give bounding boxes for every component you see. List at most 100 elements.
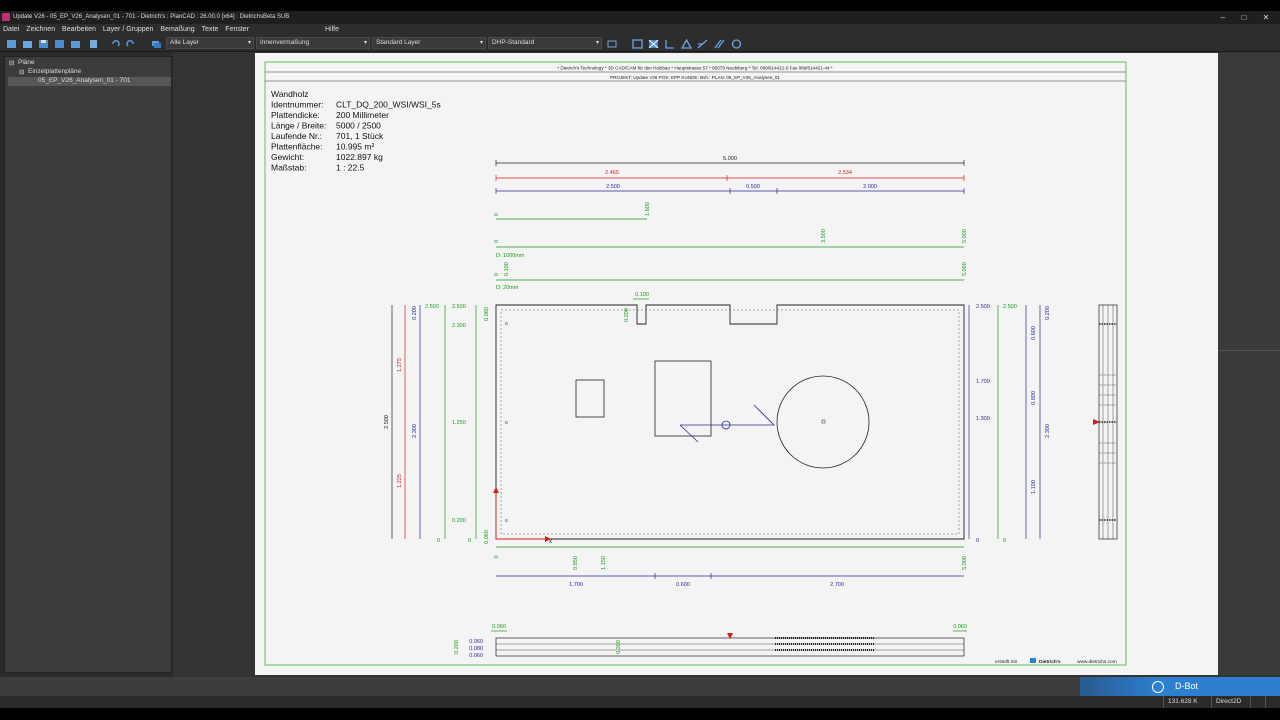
dim-text: 1.700 [976, 379, 990, 385]
redo-icon[interactable] [125, 39, 136, 49]
dim-text: 0.060 [492, 624, 506, 630]
layers-icon[interactable] [151, 39, 162, 49]
info-block: Identnummer: CLT_DQ_200_WSI/WSI_5s Platt… [271, 100, 441, 173]
screen-top-edge [0, 0, 1280, 11]
dim-text: 5.000 [723, 156, 737, 162]
menu-datei[interactable]: Datei [3, 26, 19, 33]
drawing-canvas[interactable]: * Dietrich's Technology * 3D CAD/CAM für… [255, 53, 1218, 675]
tree-item-einzelplattenplaene[interactable]: Einzelplattenpläne [28, 68, 81, 75]
standard-layer-value: Standard Layer [376, 39, 421, 46]
menu-bemassung[interactable]: Bemaßung [160, 26, 194, 33]
marker-label: B [505, 420, 508, 425]
menu-layer-gruppen[interactable]: Layer / Gruppen [103, 26, 154, 33]
triangle-icon[interactable] [681, 39, 692, 49]
export-icon[interactable] [70, 39, 81, 49]
maximize-button[interactable]: □ [1232, 11, 1256, 24]
info-title: Wandholz [271, 89, 308, 99]
circle-icon[interactable] [731, 39, 742, 49]
dhp-standard-select[interactable]: DHP-Standard ▾ [488, 37, 602, 49]
dim-text: 2.500 [452, 304, 466, 310]
dim-text: 0.060 [484, 530, 490, 544]
info-label: Gewicht: [271, 152, 304, 162]
menu-zeichnen[interactable]: Zeichnen [26, 26, 55, 33]
dim-text: 2.000 [863, 184, 877, 190]
dim-text: 0.200 [412, 306, 418, 320]
select-window-icon[interactable] [607, 39, 618, 49]
dbot-icon [1152, 681, 1164, 693]
header-company: * Dietrich's Technology * 3D CAD/CAM für… [557, 66, 832, 71]
standard-layer-select[interactable]: Standard Layer ▾ [372, 37, 486, 49]
double-slope-icon[interactable] [714, 39, 725, 49]
left-dimensions: 2.500 1.275 1.225 0.200 2.300 2.500 0 2.… [384, 304, 490, 544]
dim-text: 0 [437, 538, 440, 544]
menu-texte[interactable]: Texte [202, 26, 219, 33]
status-cell [1250, 696, 1265, 708]
info-label: Identnummer: [271, 100, 323, 110]
info-value: 200 Millimeter [336, 110, 389, 120]
info-label: Plattenfläche: [271, 142, 323, 152]
layer-select-value: Alle Layer [170, 39, 199, 46]
plan-tree-panel: ⊟ Pläne ⊟ Einzelplattenpläne 05_EP_V26_A… [4, 56, 172, 673]
opening-small [575, 379, 605, 418]
tree-item-selected-plan[interactable]: 05_EP_V26_Analysen_01 - 701 [38, 77, 131, 84]
dim-text: 0.200 [454, 640, 460, 654]
drill-line [679, 404, 775, 443]
marker-label: B [505, 321, 508, 326]
slope-icon[interactable] [697, 39, 708, 49]
opening-circle [776, 375, 870, 469]
dim-text: 2.700 [830, 582, 844, 588]
save-icon[interactable] [38, 39, 49, 49]
dim-text: 0.200 [452, 518, 466, 524]
new-file-icon[interactable] [6, 39, 17, 49]
info-label: Plattendicke: [271, 110, 320, 120]
rectangle-icon[interactable] [632, 39, 643, 49]
layer-select[interactable]: Alle Layer ▾ [166, 37, 254, 49]
cross-rect-icon[interactable] [648, 39, 659, 49]
title-bar: Update V26 - 05_EP_V26_Analysen_01 - 701… [0, 11, 1280, 24]
marker-label: B [505, 518, 508, 523]
dim-text: 2.300 [412, 424, 418, 438]
dim-text: 0 [1003, 538, 1006, 544]
dbot-button[interactable]: D-Bot [1080, 677, 1280, 696]
menu-bar: Datei Zeichnen Bearbeiten Layer / Gruppe… [0, 24, 1280, 35]
dim-text: 0.850 [573, 556, 579, 570]
drawing-sheet[interactable]: * Dietrich's Technology * 3D CAD/CAM für… [255, 53, 1218, 675]
bottom-dimensions: 0 0.850 1.150 5.000 1.700 0.600 2.700 [494, 546, 968, 588]
tree-collapse-icon[interactable]: ⊟ [9, 59, 14, 67]
dim-text: 2.500 [425, 304, 439, 310]
screen-bottom-edge [0, 708, 1280, 720]
info-label: Länge / Breite: [271, 121, 326, 131]
side-section-view [1093, 304, 1118, 540]
footer-created: erstellt mit [995, 659, 1018, 665]
tree-item-plaene[interactable]: Pläne [18, 59, 35, 66]
tree-collapse-icon[interactable]: ⊟ [19, 68, 24, 76]
dim-text: 0.060 [469, 639, 483, 645]
info-label: Laufende Nr.: [271, 131, 322, 141]
menu-hilfe[interactable]: Hilfe [325, 24, 339, 35]
print-icon[interactable] [88, 39, 99, 49]
dim-text: 0.100 [504, 262, 510, 276]
save-all-icon[interactable] [54, 39, 65, 49]
info-value: 10.995 m² [336, 142, 374, 152]
status-cell [1265, 696, 1280, 708]
dimension-style-select[interactable]: Innenvermaßung ▾ [256, 37, 370, 49]
close-button[interactable]: ✕ [1254, 11, 1278, 24]
dim-text: 0 [468, 538, 471, 544]
menu-bearbeiten[interactable]: Bearbeiten [62, 26, 96, 33]
dim-text: 0.060 [953, 624, 967, 630]
dim-text: 2.300 [452, 323, 466, 329]
plate-inner-contour [500, 309, 960, 535]
dim-text: 1.100 [1031, 480, 1037, 494]
dim-text: 2.500 [976, 304, 990, 310]
dim-text: 1.275 [397, 358, 403, 372]
menu-fenster[interactable]: Fenster [225, 26, 249, 33]
open-folder-icon[interactable] [22, 39, 33, 49]
dim-text: 0 [494, 240, 500, 243]
dim-text: 1.600 [645, 202, 651, 216]
right-panel [1218, 53, 1280, 675]
corner-icon[interactable] [664, 39, 675, 49]
undo-icon[interactable] [110, 39, 121, 49]
axis-label-x: x [549, 539, 552, 545]
dim-text: 0 [494, 213, 500, 216]
circle-center-mark [821, 419, 826, 424]
